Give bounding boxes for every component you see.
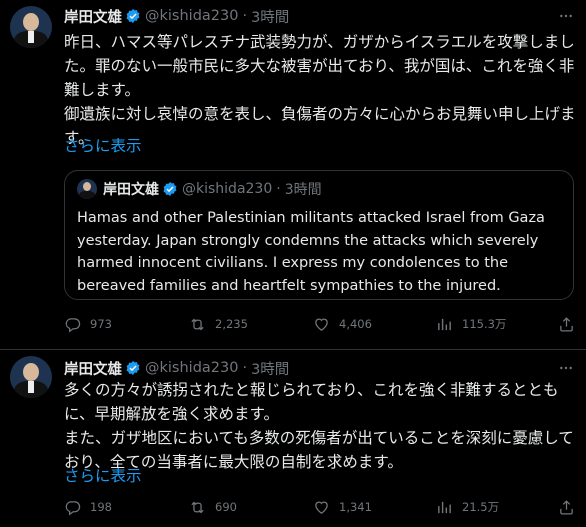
quoted-tweet[interactable]: 岸田文雄 @kishida230 · 3時間 Hamas and other P… (64, 170, 574, 300)
quote-author-name: 岸田文雄 (103, 182, 159, 198)
tweet-text: 昨日、ハマス等パレスチナ武装勢力が、ガザからイスラエルを攻撃しました。罪のない一… (64, 33, 576, 147)
verified-badge-icon (163, 182, 177, 196)
quote-author-handle: @kishida230 (182, 181, 273, 197)
like-count: 4,406 (339, 317, 372, 331)
more-options-button[interactable] (556, 358, 576, 378)
like-icon (315, 501, 328, 514)
repost-count: 690 (215, 500, 237, 514)
separator-dot: · (242, 360, 248, 376)
separator-dot: · (242, 8, 248, 24)
views-button[interactable]: 21.5万 (436, 497, 499, 517)
author-handle[interactable]: @kishida230 (145, 8, 238, 24)
like-button[interactable]: 4,406 (313, 314, 372, 334)
reply-button[interactable]: 973 (64, 314, 112, 334)
show-more-link[interactable]: さらに表示 (64, 134, 142, 156)
avatar[interactable] (10, 6, 52, 48)
like-icon (315, 318, 328, 331)
tweet-text: 多くの方々が誘拐されたと報じられており、これを強く非難するとともに、早期解放を強… (64, 381, 574, 471)
more-options-icon (560, 14, 572, 18)
quote-avatar (77, 179, 97, 199)
author-name[interactable]: 岸田文雄 (64, 358, 122, 379)
tweet[interactable]: 岸田文雄 @kishida230 · 3時間 多くの方々が誘拐されたと報じられて… (0, 350, 586, 527)
reply-button[interactable]: 198 (64, 497, 112, 517)
timestamp[interactable]: 3時間 (251, 6, 289, 27)
author-name[interactable]: 岸田文雄 (64, 6, 122, 27)
more-options-button[interactable] (556, 6, 576, 26)
quote-text: Hamas and other Palestinian militants at… (77, 210, 545, 294)
tweet-header: 岸田文雄 @kishida230 · 3時間 (64, 6, 289, 26)
repost-button[interactable]: 2,235 (189, 314, 248, 334)
show-more-link[interactable]: さらに表示 (64, 464, 142, 486)
share-icon (560, 499, 573, 515)
repost-count: 2,235 (215, 317, 248, 331)
views-icon (438, 318, 451, 330)
reply-count: 973 (90, 317, 112, 331)
separator-dot: · (276, 181, 281, 197)
share-icon (560, 316, 573, 332)
repost-icon (191, 501, 204, 513)
quote-header: 岸田文雄 @kishida230 · 3時間 (103, 179, 322, 199)
reply-icon (65, 317, 81, 332)
avatar[interactable] (10, 356, 52, 398)
like-button[interactable]: 1,341 (313, 497, 372, 517)
more-options-icon (560, 366, 572, 370)
verified-badge-icon (126, 9, 140, 23)
tweet-header: 岸田文雄 @kishida230 · 3時間 (64, 358, 289, 378)
view-count: 21.5万 (462, 500, 500, 514)
views-icon (438, 501, 451, 513)
tweet[interactable]: 岸田文雄 @kishida230 · 3時間 昨日、ハマス等パレスチナ武装勢力が… (0, 0, 586, 350)
repost-button[interactable]: 690 (189, 497, 237, 517)
repost-icon (191, 318, 204, 330)
share-button[interactable] (558, 497, 584, 517)
action-bar: 973 2,235 4,406 115.3万 (64, 314, 580, 334)
reply-count: 198 (90, 500, 112, 514)
share-button[interactable] (558, 314, 584, 334)
like-count: 1,341 (339, 500, 372, 514)
view-count: 115.3万 (462, 317, 507, 331)
verified-badge-icon (126, 361, 140, 375)
author-handle[interactable]: @kishida230 (145, 360, 238, 376)
action-bar: 198 690 1,341 21.5万 (64, 497, 580, 517)
reply-icon (65, 500, 81, 515)
views-button[interactable]: 115.3万 (436, 314, 506, 334)
quote-timestamp: 3時間 (284, 182, 322, 198)
timestamp[interactable]: 3時間 (251, 358, 289, 379)
